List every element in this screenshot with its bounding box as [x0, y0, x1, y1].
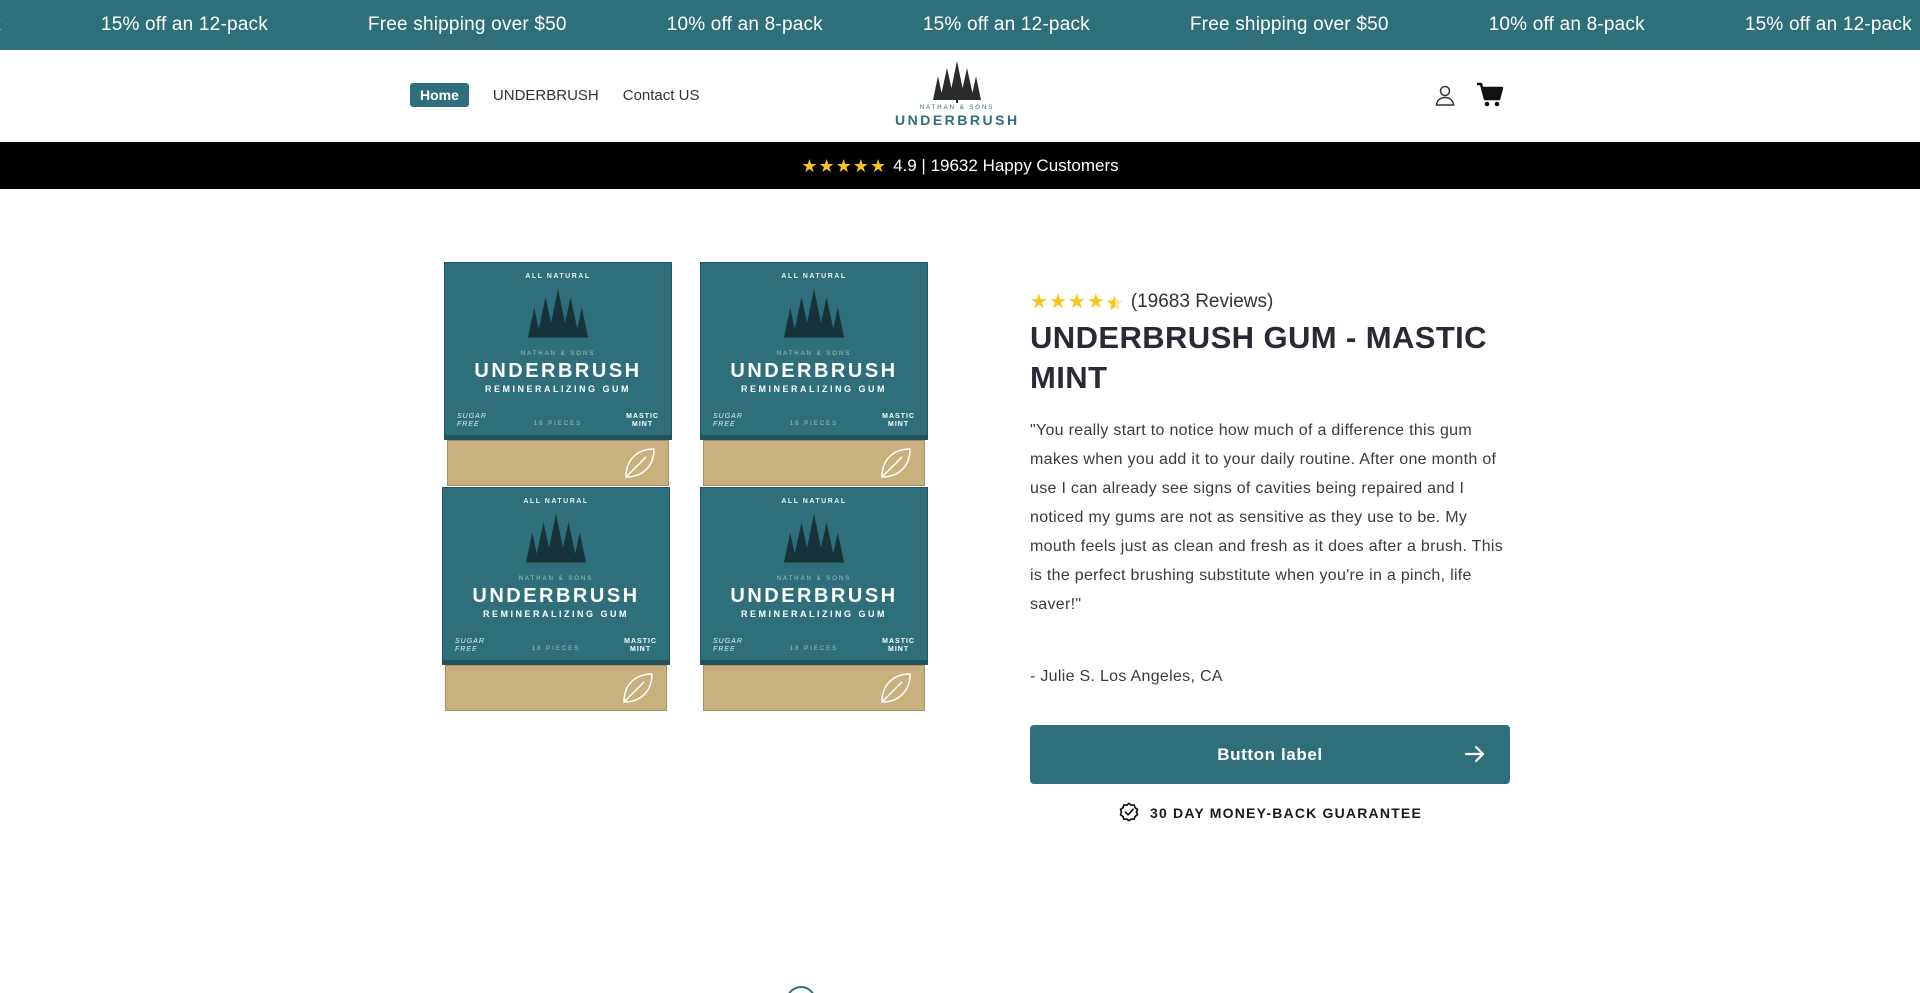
box-flavor: MASTIC MINT [624, 638, 657, 653]
box-all-natural: ALL NATURAL [781, 498, 847, 505]
verified-badge-icon [1119, 802, 1139, 822]
box-lid: ALL NATURAL NATHAN & SONS UNDERBRUSH REM… [444, 262, 672, 440]
header-actions [1434, 82, 1524, 108]
box-base [703, 440, 925, 486]
product-rating: ★ ★ ★ ★ (19683 Reviews) [1030, 290, 1510, 314]
announcement-item: 10% off an 8-pack [1488, 14, 1645, 35]
box-lid: ALL NATURAL NATHAN & SONS UNDERBRUSH REM… [700, 487, 928, 665]
logo-tagline: NATHAN & SONS [919, 105, 995, 111]
star-icon: ★ [852, 155, 869, 176]
announcement-item: pack [0, 14, 1, 36]
announcement-item: 15% off an 12-pack [1744, 14, 1912, 35]
box-subtitle: REMINERALIZING GUM [741, 609, 887, 619]
box-all-natural: ALL NATURAL [525, 273, 591, 280]
announcement-item: Free shipping over $50 [367, 14, 567, 35]
site-logo[interactable]: NATHAN & SONS UNDERBRUSH [895, 60, 1019, 134]
logo-wordmark: UNDERBRUSH [895, 112, 1020, 128]
box-subtitle: REMINERALIZING GUM [741, 384, 887, 394]
main-nav: Home UNDERBRUSH Contact US [410, 83, 723, 107]
box-subtitle: REMINERALIZING GUM [483, 609, 629, 619]
box-trees-icon [445, 287, 671, 348]
product-title: UNDERBRUSH GUM - MASTIC MINT [1030, 320, 1487, 395]
product-box: ALL NATURAL NATHAN & SONS UNDERBRUSH REM… [700, 487, 928, 712]
product-box: ALL NATURAL NATHAN & SONS UNDERBRUSH REM… [700, 262, 928, 487]
star-icon: ★ [1086, 291, 1105, 313]
leaf-icon [625, 448, 655, 478]
box-all-natural: ALL NATURAL [523, 498, 589, 505]
product-box: ALL NATURAL NATHAN & SONS UNDERBRUSH REM… [444, 262, 672, 487]
testimonial-author: - Julie S. Los Angeles, CA [1030, 668, 1223, 685]
testimonial-quote: "You really start to notice how much of … [1030, 422, 1504, 613]
product-box: ALL NATURAL NATHAN & SONS UNDERBRUSH REM… [442, 487, 670, 712]
announcement-item: 15% off an 12-pack [922, 14, 1090, 35]
pine-trees-logo-icon [933, 61, 981, 103]
box-flavor: MASTIC MINT [882, 638, 915, 653]
box-trees-icon [701, 287, 927, 348]
box-trees-icon [443, 512, 669, 573]
box-base [703, 665, 925, 711]
box-nathan-sons: NATHAN & SONS [776, 576, 852, 582]
rating-bar-text: 4.9 | 19632 Happy Customers [893, 155, 1119, 175]
star-icon: ★ [835, 155, 852, 176]
box-brand: UNDERBRUSH [730, 360, 898, 382]
box-nathan-sons: NATHAN & SONS [776, 351, 852, 357]
box-nathan-sons: NATHAN & SONS [520, 351, 596, 357]
star-icon: ★ [801, 155, 818, 176]
box-all-natural: ALL NATURAL [781, 273, 847, 280]
box-trees-icon [701, 512, 927, 573]
box-base [447, 440, 669, 486]
box-lid: ALL NATURAL NATHAN & SONS UNDERBRUSH REM… [700, 262, 928, 440]
review-summary[interactable]: ★ ★ ★ ★ (19683 Reviews) [1030, 290, 1510, 314]
leaf-icon [881, 673, 911, 703]
star-icon: ★ [1030, 291, 1048, 313]
nav-contact-us[interactable]: Contact US [623, 87, 700, 104]
announcement-item: 10% off an 8-pack [666, 14, 823, 35]
leaf-icon [881, 448, 911, 478]
box-flavor: MASTIC MINT [626, 413, 659, 428]
account-icon[interactable] [1434, 84, 1456, 106]
box-lid: ALL NATURAL NATHAN & SONS UNDERBRUSH REM… [442, 487, 670, 665]
guarantee-note: 30 DAY MONEY-BACK GUARANTEE [1030, 802, 1510, 824]
box-brand: UNDERBRUSH [474, 360, 642, 382]
box-nathan-sons: NATHAN & SONS [518, 576, 594, 582]
box-subtitle: REMINERALIZING GUM [485, 384, 631, 394]
carousel-indicator[interactable] [786, 986, 816, 993]
button-label: Button label [1217, 744, 1323, 764]
box-brand: UNDERBRUSH [472, 585, 640, 607]
half-star-icon [1106, 292, 1123, 312]
box-brand: UNDERBRUSH [730, 585, 898, 607]
star-icon: ★ [869, 155, 887, 176]
announcement-track: pack 15% off an 12-pack Free shipping ov… [0, 0, 1920, 50]
arrow-right-icon [1464, 745, 1485, 763]
add-to-cart-button[interactable]: Button label [1030, 725, 1510, 784]
site-header: Home UNDERBRUSH Contact US NATHAN & SONS… [0, 50, 1920, 142]
guarantee-text: 30 DAY MONEY-BACK GUARANTEE [1150, 805, 1422, 821]
star-icon: ★ [1048, 291, 1067, 313]
announcement-item: Free shipping over $50 [1189, 14, 1389, 35]
box-flavor: MASTIC MINT [882, 413, 915, 428]
product-gallery[interactable]: ALL NATURAL NATHAN & SONS UNDERBRUSH REM… [440, 262, 930, 717]
announcement-bar: pack 15% off an 12-pack Free shipping ov… [0, 0, 1920, 50]
rating-bar-stars: ★ ★ ★ ★ ★ [801, 157, 887, 175]
rating-bar: ★ ★ ★ ★ ★ 4.9 | 19632 Happy Customers [0, 142, 1920, 189]
star-icon: ★ [818, 155, 835, 176]
cart-icon[interactable] [1476, 82, 1504, 108]
star-icon: ★ [1067, 291, 1086, 313]
box-base [445, 665, 667, 711]
nav-underbrush[interactable]: UNDERBRUSH [493, 87, 599, 104]
announcement-item: 15% off an 12-pack [100, 14, 268, 35]
nav-home[interactable]: Home [410, 83, 469, 107]
review-count: (19683 Reviews) [1130, 291, 1274, 312]
leaf-icon [623, 673, 653, 703]
